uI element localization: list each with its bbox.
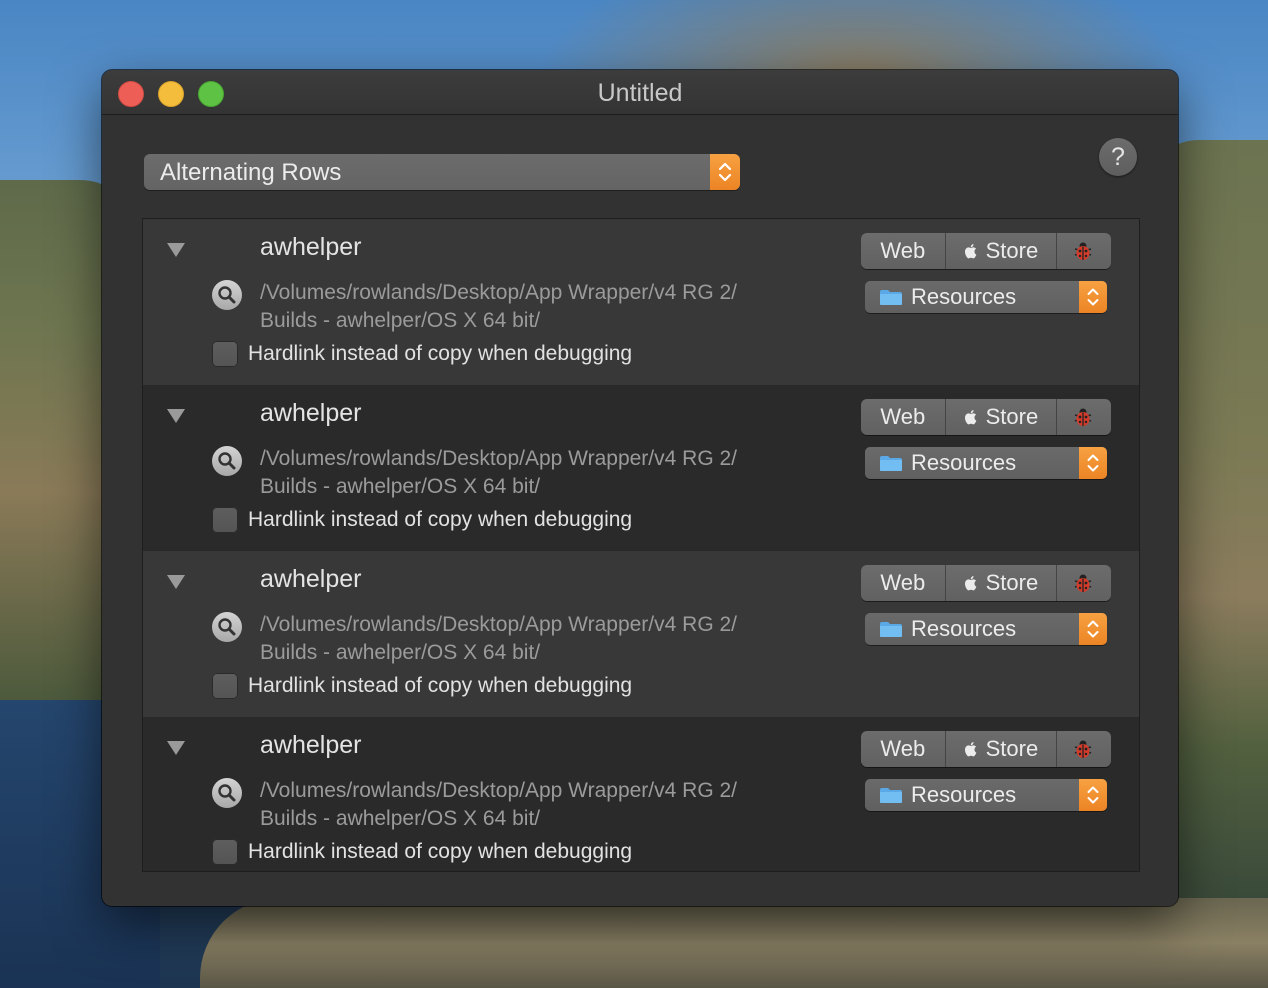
apple-icon	[964, 576, 977, 591]
resources-popup-button[interactable]: Resources	[865, 779, 1107, 811]
hardlink-checkbox[interactable]	[212, 839, 238, 865]
table-row: awhelper /Volumes/rowlands/Desktop/App W…	[143, 717, 1139, 871]
path-text: /Volumes/rowlands/Desktop/App Wrapper/v4…	[260, 777, 820, 833]
target-segmented-control: Web Store	[861, 233, 1111, 269]
disclosure-triangle-icon[interactable]	[167, 409, 185, 423]
store-segment[interactable]: Store	[946, 731, 1058, 767]
debug-segment[interactable]	[1057, 399, 1111, 435]
resources-popup-button[interactable]: Resources	[865, 447, 1107, 479]
hardlink-label[interactable]: Hardlink instead of copy when debugging	[248, 342, 632, 366]
store-label: Store	[985, 736, 1039, 761]
target-segmented-control: Web Store	[861, 731, 1111, 767]
web-segment[interactable]: Web	[861, 399, 946, 435]
folder-icon	[880, 788, 902, 803]
web-label: Web	[880, 570, 926, 595]
app-window: Untitled Alternating Rows ? awhelper /Vo…	[102, 70, 1178, 906]
web-label: Web	[880, 736, 926, 761]
hardlink-label[interactable]: Hardlink instead of copy when debugging	[248, 840, 632, 864]
ladybug-icon	[1074, 408, 1092, 426]
disclosure-triangle-icon[interactable]	[167, 243, 185, 257]
apple-icon	[964, 244, 977, 259]
web-segment[interactable]: Web	[861, 233, 946, 269]
window-title: Untitled	[597, 79, 683, 107]
up-down-chevron-icon	[1079, 779, 1107, 811]
folder-icon	[880, 456, 902, 471]
ladybug-icon	[1074, 740, 1092, 758]
resources-popup-button[interactable]: Resources	[865, 281, 1107, 313]
web-label: Web	[880, 238, 926, 263]
web-label: Web	[880, 404, 926, 429]
targets-table: awhelper /Volumes/rowlands/Desktop/App W…	[142, 218, 1140, 872]
disclosure-triangle-icon[interactable]	[167, 741, 185, 755]
target-segmented-control: Web Store	[861, 565, 1111, 601]
store-segment[interactable]: Store	[946, 233, 1058, 269]
up-down-chevron-icon	[1079, 281, 1107, 313]
store-segment[interactable]: Store	[946, 399, 1058, 435]
resources-popup-button[interactable]: Resources	[865, 613, 1107, 645]
disclosure-triangle-icon[interactable]	[167, 575, 185, 589]
hardlink-checkbox[interactable]	[212, 507, 238, 533]
folder-icon	[880, 290, 902, 305]
resources-label: Resources	[911, 284, 1017, 309]
hardlink-label[interactable]: Hardlink instead of copy when debugging	[248, 674, 632, 698]
layout-popup-button[interactable]: Alternating Rows	[144, 154, 740, 190]
path-line-2: Builds - awhelper/OS X 64 bit/	[260, 641, 541, 664]
target-segmented-control: Web Store	[861, 399, 1111, 435]
path-line-2: Builds - awhelper/OS X 64 bit/	[260, 807, 541, 830]
resources-label: Resources	[911, 616, 1017, 641]
path-text: /Volumes/rowlands/Desktop/App Wrapper/v4…	[260, 445, 820, 501]
ladybug-icon	[1074, 574, 1092, 592]
path-line-1: /Volumes/rowlands/Desktop/App Wrapper/v4…	[260, 447, 738, 470]
app-name: awhelper	[260, 731, 362, 759]
hardlink-label[interactable]: Hardlink instead of copy when debugging	[248, 508, 632, 532]
path-text: /Volumes/rowlands/Desktop/App Wrapper/v4…	[260, 611, 820, 667]
magnifier-icon[interactable]	[212, 612, 242, 642]
store-label: Store	[985, 404, 1039, 429]
store-label: Store	[985, 238, 1039, 263]
magnifier-icon[interactable]	[212, 280, 242, 310]
app-name: awhelper	[260, 399, 362, 427]
path-line-1: /Volumes/rowlands/Desktop/App Wrapper/v4…	[260, 779, 738, 802]
resources-label: Resources	[911, 782, 1017, 807]
path-line-1: /Volumes/rowlands/Desktop/App Wrapper/v4…	[260, 613, 738, 636]
path-line-2: Builds - awhelper/OS X 64 bit/	[260, 475, 541, 498]
apple-icon	[964, 742, 977, 757]
up-down-chevron-icon	[1079, 447, 1107, 479]
web-segment[interactable]: Web	[861, 731, 946, 767]
magnifier-icon[interactable]	[212, 778, 242, 808]
app-name: awhelper	[260, 565, 362, 593]
debug-segment[interactable]	[1057, 233, 1111, 269]
help-button[interactable]: ?	[1099, 138, 1137, 176]
layout-popup-value: Alternating Rows	[160, 159, 342, 186]
store-segment[interactable]: Store	[946, 565, 1058, 601]
up-down-chevron-icon	[1079, 613, 1107, 645]
table-row: awhelper /Volumes/rowlands/Desktop/App W…	[143, 551, 1139, 717]
up-down-chevron-icon	[710, 154, 740, 190]
debug-segment[interactable]	[1057, 565, 1111, 601]
hardlink-checkbox[interactable]	[212, 341, 238, 367]
title-bar[interactable]: Untitled	[102, 70, 1178, 115]
debug-segment[interactable]	[1057, 731, 1111, 767]
path-line-1: /Volumes/rowlands/Desktop/App Wrapper/v4…	[260, 281, 738, 304]
magnifier-icon[interactable]	[212, 446, 242, 476]
path-text: /Volumes/rowlands/Desktop/App Wrapper/v4…	[260, 279, 820, 335]
app-name: awhelper	[260, 233, 362, 261]
apple-icon	[964, 410, 977, 425]
ladybug-icon	[1074, 242, 1092, 260]
resources-label: Resources	[911, 450, 1017, 475]
hardlink-checkbox[interactable]	[212, 673, 238, 699]
folder-icon	[880, 622, 902, 637]
store-label: Store	[985, 570, 1039, 595]
path-line-2: Builds - awhelper/OS X 64 bit/	[260, 309, 541, 332]
table-row: awhelper /Volumes/rowlands/Desktop/App W…	[143, 385, 1139, 551]
table-row: awhelper /Volumes/rowlands/Desktop/App W…	[143, 219, 1139, 385]
desktop-landscape-bottom	[200, 898, 1268, 988]
web-segment[interactable]: Web	[861, 565, 946, 601]
